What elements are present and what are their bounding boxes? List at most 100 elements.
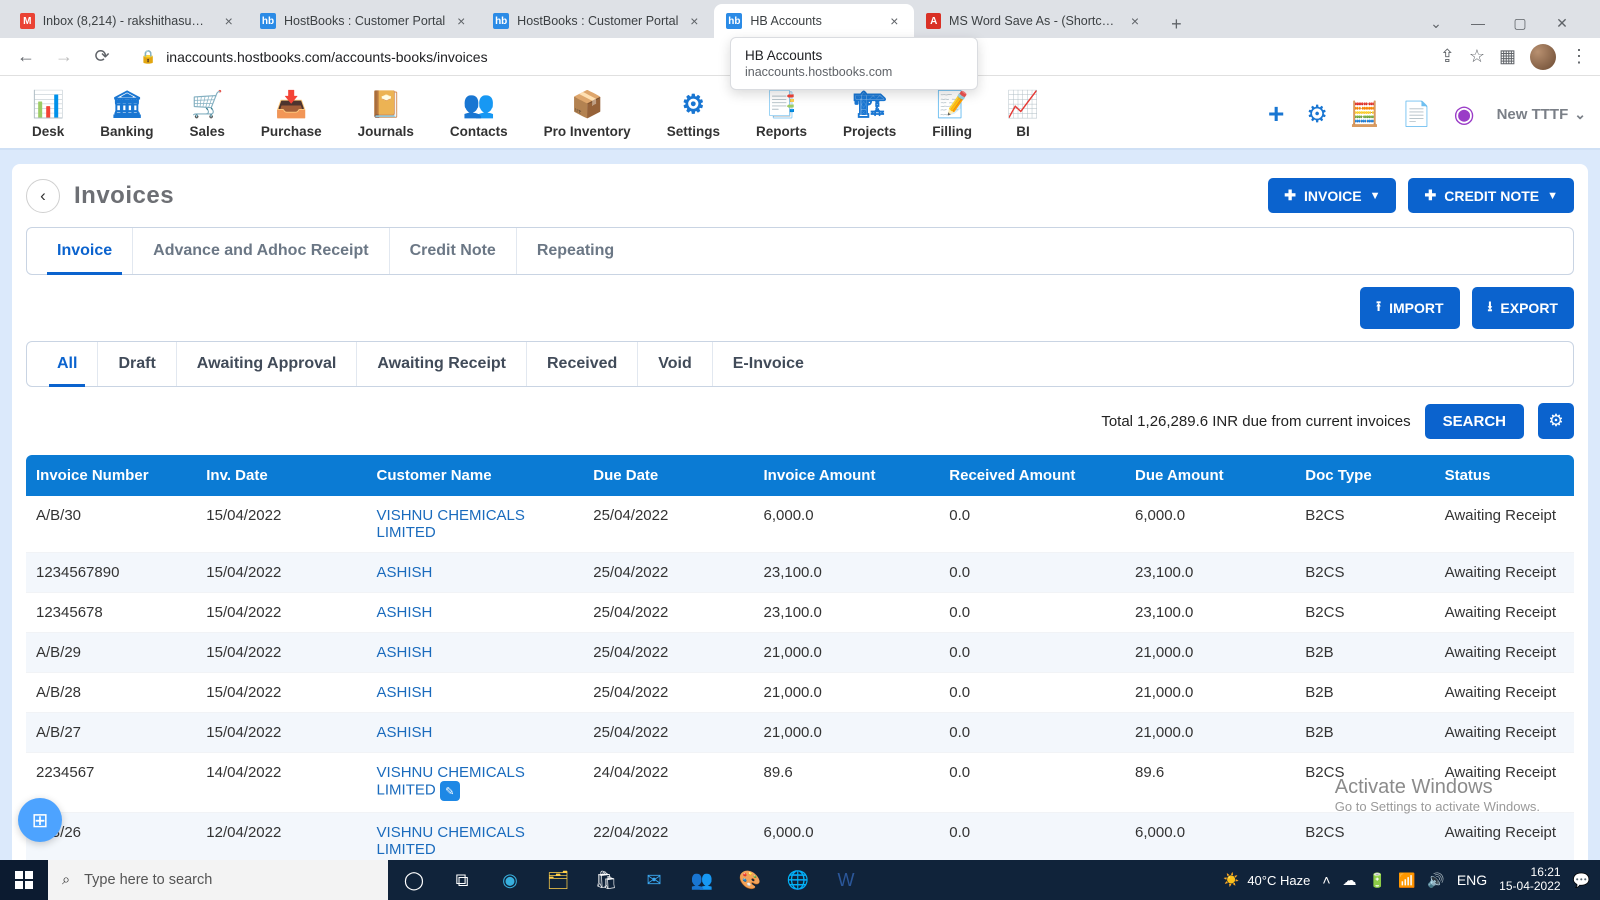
module-projects[interactable]: 🏗Projects (825, 90, 914, 139)
module-banking[interactable]: 🏛Banking (82, 90, 171, 139)
filter-tab-draft[interactable]: Draft (98, 342, 176, 386)
taskbar-search[interactable]: ⌕ Type here to search (48, 860, 388, 900)
search-button[interactable]: SEARCH (1425, 404, 1524, 439)
chrome-icon[interactable]: 🌐 (776, 860, 820, 900)
module-purchase[interactable]: 📥Purchase (243, 90, 340, 139)
primary-tab-invoice[interactable]: Invoice (37, 228, 133, 274)
onedrive-icon[interactable]: ☁ (1343, 872, 1357, 889)
module-desk[interactable]: 📊Desk (14, 90, 82, 139)
column-header[interactable]: Inv. Date (196, 455, 366, 496)
filter-tab-received[interactable]: Received (527, 342, 638, 386)
cell-customer-name[interactable]: ASHISH (367, 673, 584, 713)
clock[interactable]: 16:21 15-04-2022 (1499, 866, 1560, 894)
window-dropdown-icon[interactable]: ⌄ (1424, 15, 1448, 32)
file-explorer-icon[interactable]: 🗂 (536, 860, 580, 900)
module-contacts[interactable]: 👥Contacts (432, 90, 526, 139)
cell-customer-name[interactable]: ASHISH (367, 713, 584, 753)
share-icon[interactable]: ⇪ (1440, 46, 1455, 67)
gear-icon[interactable]: ⚙ (1306, 100, 1328, 129)
edit-icon[interactable]: ✎ (440, 781, 460, 801)
cell-customer-name[interactable]: VISHNU CHEMICALS LIMITED (367, 496, 584, 553)
cell-customer-name[interactable]: VISHNU CHEMICALS LIMITED (367, 813, 584, 861)
column-header[interactable]: Due Date (583, 455, 753, 496)
import-button[interactable]: ⭱ IMPORT (1360, 287, 1459, 329)
close-icon[interactable]: × (453, 13, 469, 29)
column-header[interactable]: Customer Name (367, 455, 584, 496)
add-icon[interactable]: + (1268, 98, 1284, 130)
word-icon[interactable]: W (824, 860, 868, 900)
browser-tab[interactable]: A MS Word Save As - (Shortcut Ser × (914, 4, 1154, 38)
new-invoice-button[interactable]: ✚ INVOICE ▼ (1268, 178, 1396, 213)
module-bi[interactable]: 📈BI (990, 90, 1056, 139)
filter-tab-awaiting-approval[interactable]: Awaiting Approval (177, 342, 358, 386)
table-settings-button[interactable]: ⚙ (1538, 403, 1574, 439)
new-tab-button[interactable]: + (1162, 10, 1190, 38)
column-header[interactable]: Invoice Number (26, 455, 196, 496)
window-maximize-icon[interactable]: ▢ (1508, 15, 1532, 32)
column-header[interactable]: Invoice Amount (754, 455, 940, 496)
close-icon[interactable]: × (886, 13, 902, 29)
page-back-button[interactable]: ‹ (26, 179, 60, 213)
cell-customer-name[interactable]: ASHISH (367, 593, 584, 633)
volume-icon[interactable]: 🔊 (1427, 872, 1444, 889)
column-header[interactable]: Due Amount (1125, 455, 1295, 496)
table-row[interactable]: A/B/30 15/04/2022 VISHNU CHEMICALS LIMIT… (26, 496, 1574, 553)
nav-forward-icon[interactable]: → (50, 43, 78, 71)
browser-tab[interactable]: hb HostBooks : Customer Portal × (481, 4, 714, 38)
module-reports[interactable]: 📑Reports (738, 90, 825, 139)
edge-icon[interactable]: ◉ (488, 860, 532, 900)
wifi-icon[interactable]: 📶 (1398, 872, 1415, 889)
browser-tab[interactable]: hb HB Accounts × (714, 4, 914, 38)
primary-tab-advance-and-adhoc-receipt[interactable]: Advance and Adhoc Receipt (133, 228, 389, 274)
org-switcher[interactable]: New TTTF ⌄ (1497, 106, 1586, 123)
column-header[interactable]: Received Amount (939, 455, 1125, 496)
cortana-icon[interactable]: ◯ (392, 860, 436, 900)
close-icon[interactable]: × (221, 13, 236, 29)
profile-avatar[interactable] (1530, 44, 1556, 70)
module-sales[interactable]: 🛒Sales (172, 90, 243, 139)
extensions-icon[interactable]: ▦ (1499, 46, 1516, 67)
module-settings[interactable]: ⚙Settings (649, 90, 738, 139)
table-row[interactable]: A/B/26 12/04/2022 VISHNU CHEMICALS LIMIT… (26, 813, 1574, 861)
filter-tab-all[interactable]: All (37, 342, 98, 386)
browser-tab[interactable]: hb HostBooks : Customer Portal × (248, 4, 481, 38)
cell-customer-name[interactable]: ASHISH (367, 553, 584, 593)
new-badge-icon[interactable]: ◉ (1454, 100, 1475, 129)
module-pro-inventory[interactable]: 📦Pro Inventory (526, 90, 649, 139)
export-button[interactable]: ⭳ EXPORT (1472, 287, 1574, 329)
nav-reload-icon[interactable]: ⟳ (88, 43, 116, 71)
start-button[interactable] (0, 860, 48, 900)
table-row[interactable]: 2234567 14/04/2022 VISHNU CHEMICALS LIMI… (26, 753, 1574, 813)
table-row[interactable]: A/B/28 15/04/2022 ASHISH 25/04/2022 21,0… (26, 673, 1574, 713)
filter-tab-awaiting-receipt[interactable]: Awaiting Receipt (357, 342, 527, 386)
tray-chevron-icon[interactable]: ˄ (1322, 872, 1330, 888)
paint-icon[interactable]: 🎨 (728, 860, 772, 900)
table-row[interactable]: 12345678 15/04/2022 ASHISH 25/04/2022 23… (26, 593, 1574, 633)
apps-launcher-bubble[interactable]: ⊞ (18, 798, 62, 842)
cell-customer-name[interactable]: ASHISH (367, 633, 584, 673)
weather-widget[interactable]: ☀️ 40°C Haze (1223, 872, 1310, 888)
mail-icon[interactable]: ✉ (632, 860, 676, 900)
task-view-icon[interactable]: ⧉ (440, 860, 484, 900)
browser-tab[interactable]: M Inbox (8,214) - rakshithasu@gma × (8, 4, 248, 38)
table-row[interactable]: A/B/29 15/04/2022 ASHISH 25/04/2022 21,0… (26, 633, 1574, 673)
primary-tab-repeating[interactable]: Repeating (517, 228, 634, 274)
column-header[interactable]: Doc Type (1295, 455, 1434, 496)
calculator-icon[interactable]: 🧮 (1350, 100, 1380, 129)
module-journals[interactable]: 📔Journals (340, 90, 432, 139)
window-close-icon[interactable]: ✕ (1550, 15, 1574, 32)
notes-icon[interactable]: 📄 (1402, 100, 1432, 129)
column-header[interactable]: Status (1435, 455, 1574, 496)
notifications-icon[interactable]: 💬 (1573, 872, 1590, 889)
new-credit-note-button[interactable]: ✚ CREDIT NOTE ▼ (1408, 178, 1574, 213)
cell-customer-name[interactable]: VISHNU CHEMICALS LIMITED✎ (367, 753, 584, 813)
filter-tab-void[interactable]: Void (638, 342, 712, 386)
filter-tab-e-invoice[interactable]: E-Invoice (713, 342, 824, 386)
teams-icon[interactable]: 👥 (680, 860, 724, 900)
table-row[interactable]: 1234567890 15/04/2022 ASHISH 25/04/2022 … (26, 553, 1574, 593)
close-icon[interactable]: × (1128, 13, 1143, 29)
chrome-menu-icon[interactable]: ⋮ (1570, 46, 1588, 67)
microsoft-store-icon[interactable]: 🛍 (584, 860, 628, 900)
module-filling[interactable]: 📝Filling (914, 90, 990, 139)
bookmark-star-icon[interactable]: ☆ (1469, 46, 1485, 67)
